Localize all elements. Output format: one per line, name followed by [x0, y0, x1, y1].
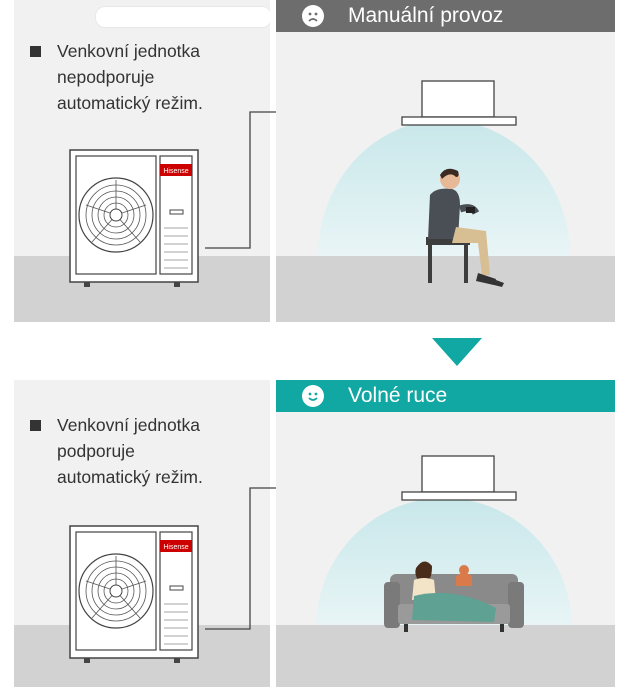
brand-text: Hisense — [163, 544, 188, 551]
label-line: automatický režim. — [57, 467, 203, 487]
sofa-woman-cat-illustration — [384, 561, 524, 632]
mode-header-auto: Volné ruce — [276, 380, 615, 412]
mode-label: Volné ruce — [348, 384, 448, 407]
brand-text: Hisense — [163, 168, 188, 175]
seated-man-illustration — [426, 168, 504, 287]
unsupported-label: Venkovní jednotka nepodporuje automatick… — [30, 38, 203, 116]
rounded-tab-shape — [95, 6, 270, 28]
indoor-panel-top: Manuální provoz — [276, 0, 615, 322]
indoor-cassette-unit — [401, 80, 517, 126]
down-triangle-arrow-icon — [432, 338, 482, 366]
indoor-cassette-unit — [401, 455, 517, 501]
indoor-panel-bottom: Volné ruce — [276, 380, 615, 687]
mode-label: Manuální provoz — [348, 4, 504, 27]
label-line: podporuje — [57, 441, 135, 461]
supported-label: Venkovní jednotka podporuje automatický … — [30, 412, 203, 490]
label-line: Venkovní jednotka — [57, 415, 201, 435]
outdoor-unit-bottom: Hisense — [69, 525, 199, 663]
label-line: Venkovní jednotka — [57, 41, 201, 61]
bullet-square-icon — [30, 420, 41, 431]
label-line: nepodporuje — [57, 67, 155, 87]
sad-face-icon — [302, 5, 324, 27]
mode-header-manual: Manuální provoz — [276, 0, 615, 32]
bullet-square-icon — [30, 46, 41, 57]
outdoor-unit-top: Hisense — [69, 149, 199, 287]
label-line: automatický režim. — [57, 93, 203, 113]
happy-face-icon — [302, 385, 324, 407]
